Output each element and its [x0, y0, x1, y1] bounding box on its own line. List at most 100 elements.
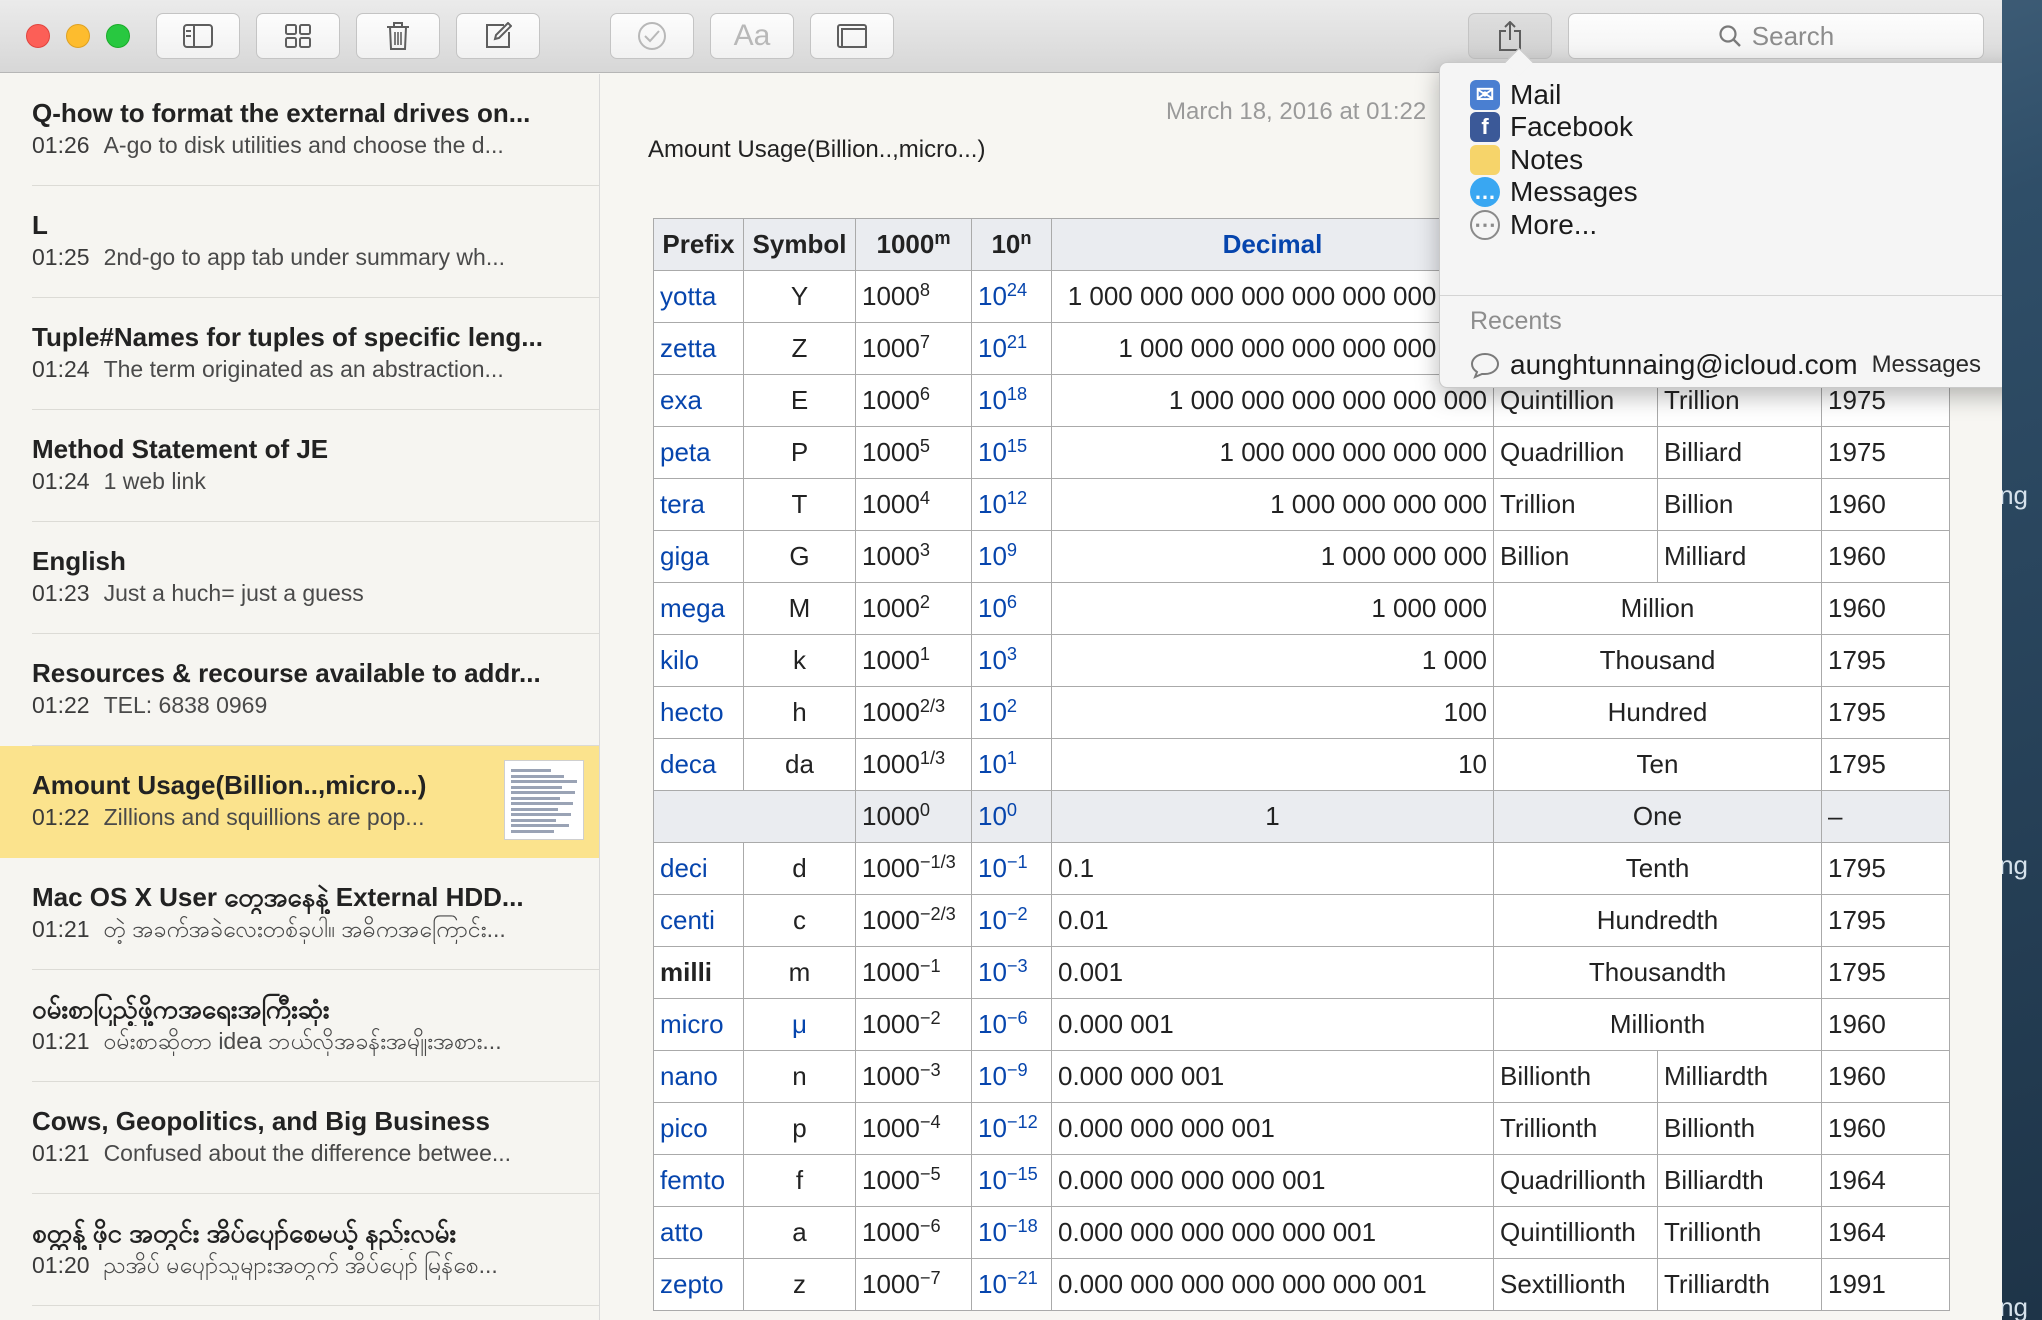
note-list-item[interactable]: Q-how to format the external drives on..… [0, 74, 599, 186]
prefix-cell[interactable]: kilo [653, 634, 744, 687]
zoom-window-button[interactable] [106, 24, 130, 48]
power-10-cell[interactable]: 102 [971, 686, 1052, 739]
power-10-cell[interactable]: 10−18 [971, 1206, 1052, 1259]
share-item-more[interactable]: ⋯ More... [1470, 205, 1597, 245]
power-1000-cell: 1000−7 [855, 1258, 972, 1311]
table-row: pico p 1000−4 10−12 0.000 000 000 001 Trillio… [653, 1102, 1950, 1155]
power-10-cell[interactable]: 10−21 [971, 1258, 1052, 1311]
symbol-cell: d [743, 842, 856, 895]
note-preview: ဝမ်းစာဆိုတာ idea ဘယ်လိုအခန်းအမျိုးအစား..… [103, 1028, 502, 1054]
symbol-cell[interactable]: μ [743, 998, 856, 1051]
note-list-item[interactable]: English 01:23 Just a huch= just a guess [0, 522, 599, 634]
prefix-cell[interactable]: hecto [653, 686, 744, 739]
prefix-cell[interactable]: exa [653, 374, 744, 427]
header-base: 1000 [876, 229, 935, 259]
note-list-item[interactable]: L 01:25 2nd-go to app tab under summary wh… [0, 186, 599, 298]
prefix-cell[interactable]: deca [653, 738, 744, 791]
column-header-decimal[interactable]: Decimal [1051, 218, 1494, 271]
power-10-cell[interactable]: 100 [971, 790, 1052, 843]
facebook-icon: f [1470, 112, 1500, 143]
symbol-cell: a [743, 1206, 856, 1259]
sidebar-toggle-button[interactable] [156, 13, 240, 59]
power-base: 1000 [862, 905, 920, 935]
note-list-item[interactable]: Resources & recourse available to addr..… [0, 634, 599, 746]
power-10-cell[interactable]: 101 [971, 738, 1052, 791]
power-10-cell[interactable]: 10−3 [971, 946, 1052, 999]
power-base: 1000 [862, 489, 920, 519]
more-icon: ⋯ [1470, 209, 1500, 240]
adoption-year-cell: 1795 [1821, 894, 1950, 947]
power-exponent: −2/3 [919, 903, 956, 924]
power-10-cell[interactable]: 10−9 [971, 1050, 1052, 1103]
note-list-item[interactable]: Method Statement of JE 01:24 1 web link [0, 410, 599, 522]
prefix-cell[interactable]: tera [653, 478, 744, 531]
power-10-cell[interactable]: 10−6 [971, 998, 1052, 1051]
power-10-cell[interactable]: 106 [971, 582, 1052, 635]
symbol-cell: E [743, 374, 856, 427]
decimal-cell: 1 000 000 000 000 000 [1051, 426, 1494, 479]
power-10-cell[interactable]: 10−15 [971, 1154, 1052, 1207]
prefix-cell[interactable]: centi [653, 894, 744, 947]
power-base: 10 [978, 801, 1007, 831]
power-1000-cell: 10003 [855, 530, 972, 583]
power-10-cell[interactable]: 1012 [971, 478, 1052, 531]
note-title: Cows, Geopolitics, and Big Business [32, 1106, 490, 1136]
prefix-cell[interactable]: micro [653, 998, 744, 1051]
note-list-item[interactable]: Tuple#Names for tuples of specific leng.… [0, 298, 599, 410]
power-1000-cell: 10002 [855, 582, 972, 635]
note-list-item[interactable]: ဝမ်းစာပြည့်ဖို့ကအရေးအကြီးဆုံး 01:21 ဝမ်းစာ… [0, 970, 599, 1082]
power-exponent: 2 [919, 591, 930, 612]
note-list-item[interactable]: Mac OS X User တွေအနေနဲ့ External HDD... 0… [0, 858, 599, 970]
share-item-label: More... [1510, 208, 1598, 240]
note-summary: 01:26 A-go to disk utilities and choose t… [32, 130, 572, 160]
note-list-item-selected[interactable]: Amount Usage(Billion..,micro...) 01:22 Zil… [0, 746, 599, 858]
prefix-cell[interactable]: atto [653, 1206, 744, 1259]
prefix-cell[interactable]: nano [653, 1050, 744, 1103]
delete-note-button[interactable] [356, 13, 440, 59]
share-button[interactable] [1468, 13, 1552, 59]
table-button[interactable] [810, 13, 894, 59]
table-row: 10000 100 1 One – [653, 790, 1950, 843]
prefix-cell[interactable]: femto [653, 1154, 744, 1207]
power-exponent: 0 [919, 799, 930, 820]
power-10-cell[interactable]: 1021 [971, 322, 1052, 375]
power-10-cell[interactable]: 103 [971, 634, 1052, 687]
power-10-cell[interactable]: 1018 [971, 374, 1052, 427]
recents-label: Recents [1470, 307, 1562, 335]
prefix-cell[interactable]: giga [653, 530, 744, 583]
note-list-item[interactable]: စတ္တန့် ဖိုင အတွင်း အိပ်ပျော်စေမယ့် နည်း… [0, 1194, 599, 1306]
prefix-cell[interactable]: peta [653, 426, 744, 479]
power-base: 10 [978, 541, 1007, 571]
table-row: mega M 10002 106 1 000 000 Million 1960 [653, 582, 1950, 635]
prefix-cell[interactable]: zetta [653, 322, 744, 375]
recent-contact-item[interactable]: aunghtunnaing@icloud.com Messages [1470, 345, 1981, 385]
table-row: giga G 10003 109 1 000 000 000 Billion Milliar… [653, 530, 1950, 583]
prefix-cell[interactable]: zepto [653, 1258, 744, 1311]
prefix-cell[interactable]: yotta [653, 270, 744, 323]
power-base: 1000 [862, 645, 920, 675]
power-10-cell[interactable]: 109 [971, 530, 1052, 583]
power-exponent: −7 [919, 1267, 941, 1288]
search-field[interactable]: Search [1568, 13, 1984, 59]
close-window-button[interactable] [26, 24, 50, 48]
new-note-button[interactable] [456, 13, 540, 59]
note-time: 01:24 [32, 468, 90, 494]
prefix-cell[interactable]: deci [653, 842, 744, 895]
adoption-year-cell: 1795 [1821, 946, 1950, 999]
power-10-cell[interactable]: 1024 [971, 270, 1052, 323]
prefix-cell[interactable]: mega [653, 582, 744, 635]
checklist-button[interactable] [610, 13, 694, 59]
power-10-cell[interactable]: 10−12 [971, 1102, 1052, 1155]
symbol-cell: p [743, 1102, 856, 1155]
note-list-item[interactable]: Cows, Geopolitics, and Big Business 01:21… [0, 1082, 599, 1194]
gallery-view-button[interactable] [256, 13, 340, 59]
minimize-window-button[interactable] [66, 24, 90, 48]
prefix-cell[interactable]: pico [653, 1102, 744, 1155]
long-scale-cell: Trillionth [1657, 1206, 1822, 1259]
power-10-cell[interactable]: 1015 [971, 426, 1052, 479]
format-button[interactable]: Aa [710, 13, 794, 59]
note-time: 01:21 [32, 916, 90, 942]
power-10-cell[interactable]: 10−2 [971, 894, 1052, 947]
power-10-cell[interactable]: 10−1 [971, 842, 1052, 895]
power-base: 1000 [862, 333, 920, 363]
